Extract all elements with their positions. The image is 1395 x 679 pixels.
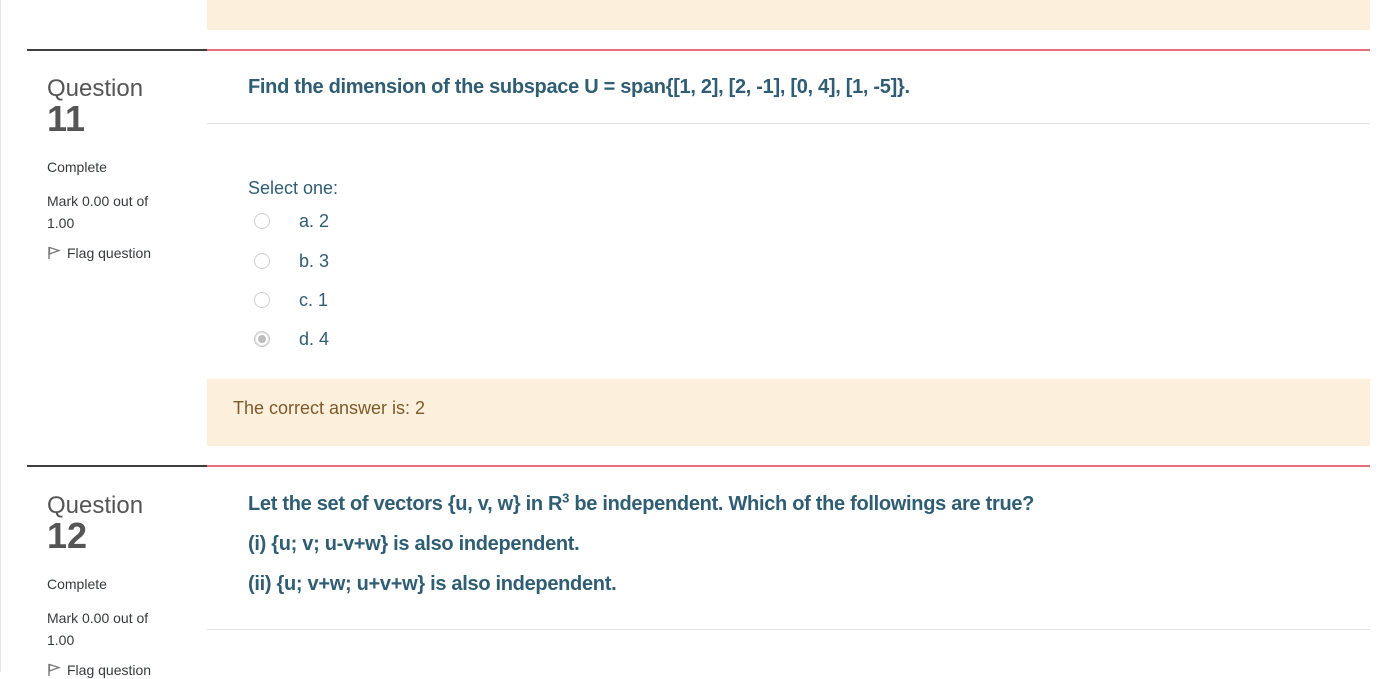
page-left-border [0,0,1,672]
answer-option-a[interactable]: a. 2 [254,210,329,232]
question-text-line-2: (i) {u; v; u-v+w} is also independent. [248,533,580,555]
question-11-separator [207,123,1370,124]
question-state: Complete [47,576,107,592]
flag-question-label: Flag question [67,662,152,678]
flag-icon [48,246,61,259]
select-one-prompt: Select one: [248,178,339,198]
flag-question-button[interactable]: Flag question [47,244,197,262]
question-12-info: Question 12 Complete Mark 0.00 out of 1.… [47,493,197,679]
answer-option-b[interactable]: b. 3 [254,250,329,272]
flag-question-button[interactable]: Flag question [47,661,197,679]
radio-button-c[interactable] [254,292,270,308]
radio-button-a[interactable] [254,213,270,229]
question-12-accent-line [207,465,1370,467]
question-11-accent-line [207,49,1370,51]
question-11-text: Find the dimension of the subspace U = s… [248,76,910,99]
question-number: 12 [47,515,88,556]
option-a-label: a. 2 [299,210,330,231]
flag-icon [48,663,61,676]
radio-button-d[interactable] [254,331,270,347]
question-text: Find the dimension of the subspace U = s… [248,76,910,98]
radio-button-b[interactable] [254,253,270,269]
question-12-separator [207,629,1370,630]
question-12-text: Let the set of vectors {u, v, w} in R3 b… [248,490,1035,595]
question-text-line-1: Let the set of vectors {u, v, w} in R3 b… [248,490,1035,515]
question-12-divider [27,465,207,467]
answer-option-d[interactable]: d. 4 [254,328,329,350]
question-state: Complete [47,159,107,175]
question-grade: Mark 0.00 out of 1.00 [47,193,149,231]
correct-answer-feedback: The correct answer is: 2 [207,379,1370,446]
option-b-label: b. 3 [299,250,330,271]
question-number: 11 [47,98,86,139]
option-d-label: d. 4 [299,328,330,349]
question-11-info: Question 11 Complete Mark 0.00 out of 1.… [47,76,197,262]
option-c-label: c. 1 [299,289,329,310]
previous-question-feedback [207,0,1370,30]
question-text-line-3: (ii) {u; v+w; u+v+w} is also independent… [248,573,617,595]
answer-option-c[interactable]: c. 1 [254,289,328,311]
question-grade: Mark 0.00 out of 1.00 [47,610,149,648]
correct-answer-text: The correct answer is: 2 [233,398,426,418]
flag-question-label: Flag question [67,245,152,261]
question-11-divider [27,49,207,51]
